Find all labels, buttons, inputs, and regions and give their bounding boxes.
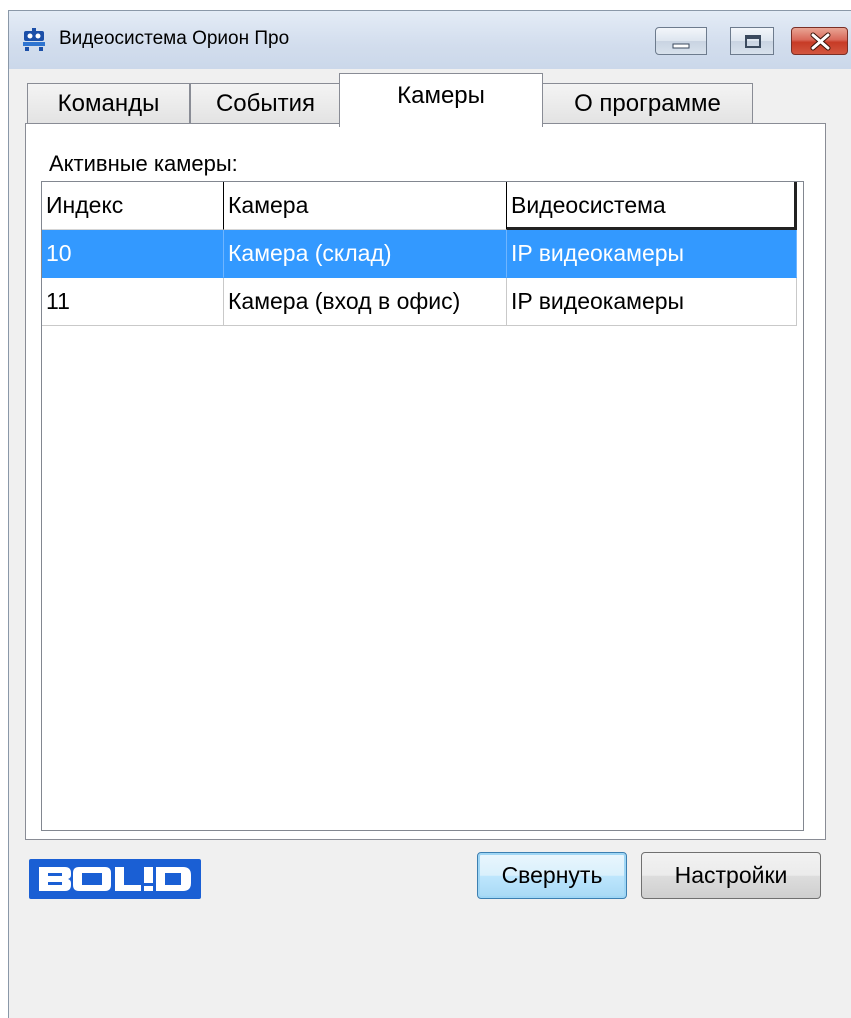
camera-app-icon [23, 28, 45, 51]
cell-camera: Камера (вход в офис) [224, 278, 507, 326]
minimize-button[interactable] [655, 27, 707, 55]
title-bar[interactable]: Видеосистема Орион Про [9, 11, 851, 69]
tab-commands[interactable]: Команды [27, 83, 190, 125]
list-header: Индекс Камера Видеосистема [42, 182, 803, 230]
table-row[interactable]: 10 Камера (склад) IP видеокамеры [42, 230, 797, 278]
minimize-icon [672, 43, 690, 49]
close-icon [810, 32, 831, 51]
active-cameras-list[interactable]: Индекс Камера Видеосистема 10 Камера (ск… [41, 181, 804, 831]
maximize-button[interactable] [730, 27, 774, 55]
cell-index: 10 [42, 230, 224, 278]
tab-cameras[interactable]: Камеры [339, 73, 543, 127]
cell-camera: Камера (склад) [224, 230, 507, 278]
app-window: Видеосистема Орион Про Команды События К… [8, 10, 851, 1018]
column-header-index[interactable]: Индекс [42, 182, 224, 230]
cell-videosystem: IP видеокамеры [507, 230, 797, 278]
column-header-videosystem[interactable]: Видеосистема [507, 182, 797, 230]
collapse-button[interactable]: Свернуть [477, 852, 627, 899]
cell-index: 11 [42, 278, 224, 326]
cell-videosystem: IP видеокамеры [507, 278, 797, 326]
table-row[interactable]: 11 Камера (вход в офис) IP видеокамеры [42, 278, 797, 326]
tab-about[interactable]: О программе [542, 83, 753, 125]
active-cameras-label: Активные камеры: [49, 151, 238, 176]
settings-button[interactable]: Настройки [641, 852, 821, 899]
maximize-icon [745, 35, 761, 48]
window-title: Видеосистема Орион Про [59, 28, 290, 49]
tab-events[interactable]: События [190, 83, 341, 125]
column-header-camera[interactable]: Камера [224, 182, 507, 230]
close-button[interactable] [791, 27, 848, 55]
bolid-logo [29, 859, 201, 899]
